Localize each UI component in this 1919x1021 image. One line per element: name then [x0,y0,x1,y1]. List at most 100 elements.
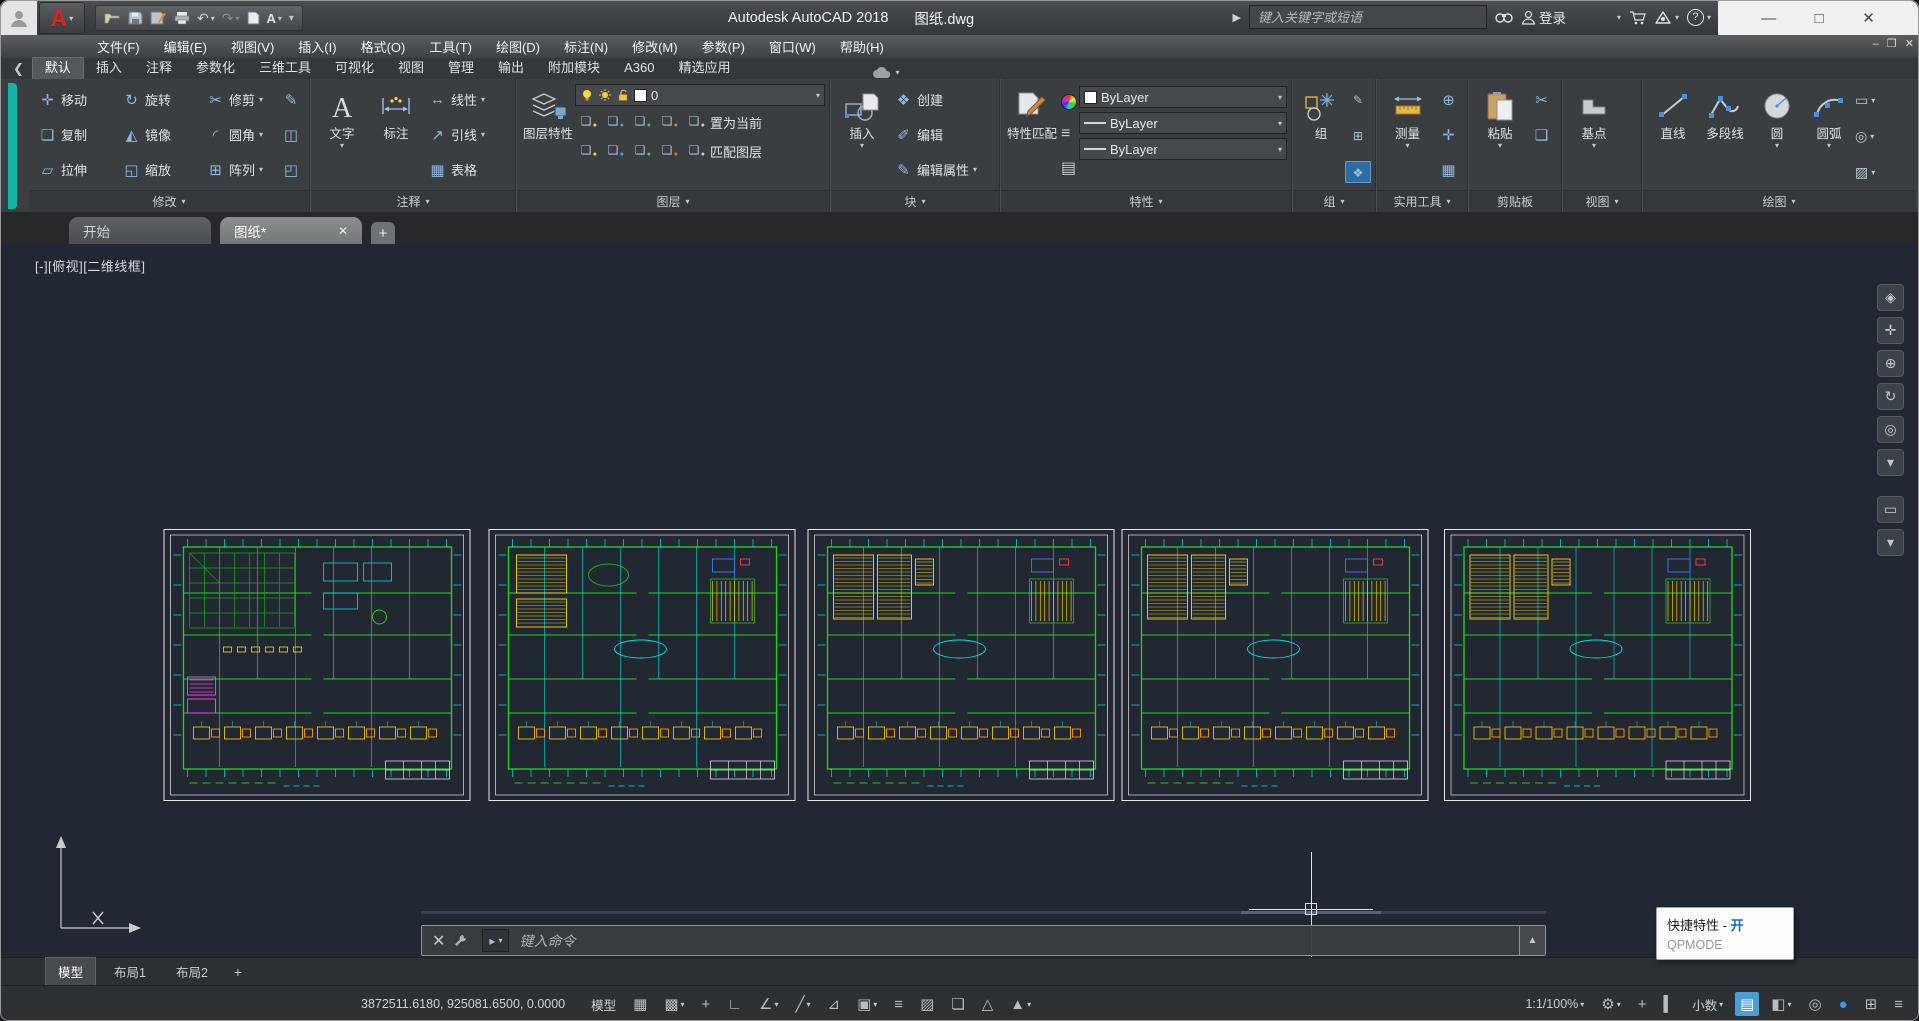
avatar[interactable] [1,1,37,35]
layer-tool-icon[interactable]: ❏● [683,143,705,160]
ribbon-tab-3[interactable]: 注释 [134,58,184,79]
plot-icon[interactable] [174,11,190,25]
line-button[interactable]: 直线 [1647,82,1699,190]
zoom-icon[interactable]: ⊕ [1877,350,1904,377]
edit-attributes-button[interactable]: ✎编辑属性▾ [889,152,982,187]
panel-footer-layers[interactable]: 图层▾ [517,190,829,212]
drawing-sheet-4[interactable] [1121,529,1429,801]
panel-footer-draw[interactable]: 绘图▾ [1643,190,1915,212]
layout-tab-模型[interactable]: 模型 [45,957,96,987]
linetype-combo[interactable]: ByLayer▾ [1079,138,1287,160]
pan-icon[interactable]: ✛ [1877,317,1904,344]
layout-tab-布局2[interactable]: 布局2 [164,958,220,985]
panel-footer-block[interactable]: 块▾ [831,190,999,212]
ribbon-tab-4[interactable]: 参数化 [184,58,247,79]
undo-icon[interactable]: ↶▾ [197,10,215,27]
arc-button[interactable]: 圆弧▾ [1803,82,1855,190]
id-point-icon[interactable]: ✛ [1434,117,1463,152]
menu-item-11[interactable]: 窗口(W) [759,35,826,58]
viewcube-icon[interactable]: ◈ [1877,284,1904,311]
object-snap-icon[interactable]: ▣▾ [852,992,882,1016]
horizontal-scrollbar[interactable] [421,911,1546,914]
panel-footer-clipboard[interactable]: 剪贴板 [1469,190,1561,212]
array-button[interactable]: ⊞阵列▾ [201,152,277,187]
doc-minimize-button[interactable]: ‒ [1873,38,1879,50]
move-button[interactable]: ✛移动 [33,82,117,117]
rectangle-icon[interactable]: ▭▾ [1855,92,1875,109]
customization-wrench-icon[interactable] [453,933,468,948]
trim-button[interactable]: ✂修剪▾ [201,82,277,117]
leader-button[interactable]: ↗引线▾ [423,117,490,152]
menu-item-7[interactable]: 绘图(D) [486,35,550,58]
lineweight-icon[interactable]: ≡ [1061,125,1077,143]
menu-item-5[interactable]: 格式(O) [351,35,416,58]
search-input[interactable] [1256,9,1480,26]
workspace-switching-icon[interactable]: ⚙▾ [1596,992,1625,1016]
command-history-button[interactable]: ▲ [1519,926,1545,955]
drawing-sheet-1[interactable] [161,529,473,801]
text-tool-icon[interactable]: A▾ [267,11,282,26]
circle-button[interactable]: 圆▾ [1751,82,1803,190]
layer-tool-icon[interactable]: ❏● [602,143,624,160]
ribbon-tab-9[interactable]: 输出 [486,58,536,79]
panel-footer-view[interactable]: 视图▾ [1563,190,1641,212]
menu-item-10[interactable]: 参数(P) [692,35,755,58]
layout-tab-布局1[interactable]: 布局1 [102,958,158,985]
save-as-icon[interactable] [150,11,167,25]
hatch-icon[interactable]: ▨▾ [1855,164,1875,181]
redo-icon[interactable]: ↷▾ [222,10,240,27]
doc-restore-button[interactable]: ❐ [1887,37,1897,50]
insert-button[interactable]: 插入▾ [835,82,889,190]
polyline-button[interactable]: 多段线 [1699,82,1751,190]
ribbon-tab-10[interactable]: 附加模块 [536,58,612,79]
doc-close-button[interactable]: ✕ [1905,37,1914,50]
search-expand-icon[interactable]: ▶ [1232,11,1240,24]
panel-footer-properties[interactable]: 特性▾ [1001,190,1291,212]
sign-in-button[interactable]: 登录 ▾ [1521,7,1621,27]
graphics-performance-icon[interactable]: ● [1834,993,1853,1016]
model-space-button[interactable]: 模型 [586,992,621,1017]
match-properties-button[interactable]: 特性匹配 [1005,82,1059,190]
menu-item-1[interactable]: 文件(F) [87,35,150,58]
orbit-icon[interactable]: ↻ [1877,383,1904,410]
snap-mode-icon[interactable]: ▩▾ [659,992,689,1016]
measure-button[interactable]: 测量▾ [1381,82,1434,190]
lineweight-icon[interactable]: ≡ [889,993,908,1016]
object-color-combo[interactable]: ByLayer▾ [1079,86,1287,108]
mirror-button[interactable]: ◭镜像 [117,117,201,152]
new-sheet-icon[interactable] [247,11,260,25]
ellipse-icon[interactable]: ◎▾ [1855,128,1875,145]
show-motion-icon[interactable]: ▭ [1877,496,1904,523]
app-store-button[interactable] [1629,10,1646,25]
base-point-button[interactable]: 基点▾ [1567,82,1621,190]
panel-footer-utilities[interactable]: 实用工具▾ [1377,190,1467,212]
menu-item-3[interactable]: 视图(V) [221,35,284,58]
palette-collapse-icon[interactable]: ❮ [13,61,24,77]
new-layout-button[interactable]: + [226,964,250,980]
annotation-scale-button[interactable]: 1:1/100%▾ [1520,994,1589,1014]
navbar-more-icon[interactable]: ▾ [1877,449,1904,476]
connect-button[interactable]: ▾ [872,66,899,79]
layer-tool-icon[interactable]: ❏● [629,143,651,160]
calculator-icon[interactable]: ▦ [1434,152,1463,187]
layer-tool-icon[interactable]: ❏● [575,114,597,131]
ribbon-tab-6[interactable]: 可视化 [323,58,386,79]
copy-clip-icon[interactable]: ❏ [1527,117,1556,152]
ungroup-icon[interactable]: ⊞ [1345,125,1371,147]
new-tab-button[interactable]: + [371,222,395,244]
point-style-icon[interactable]: ⊕ [1434,82,1463,117]
toolbar-overflow-icon[interactable]: ▾ [289,13,294,24]
selection-cycling-icon[interactable]: ❏ [946,992,969,1016]
maximize-button[interactable]: □ [1815,11,1824,26]
layer-tool-icon[interactable]: ❏● [656,114,678,131]
scale-button[interactable]: ◱缩放 [117,152,201,187]
menu-item-4[interactable]: 插入(I) [288,35,346,58]
drawing-canvas[interactable]: [-][俯视][二维线框] ◈✛⊕↻◎▾▭▾ ✕ ▸▾ ▲ [1,244,1918,957]
close-icon[interactable]: ✕ [312,224,348,238]
minimize-button[interactable]: — [1761,11,1776,26]
brush-icon[interactable]: ✎ [277,82,305,117]
customize-icon[interactable]: ≡ [1889,993,1908,1016]
layer-tool-icon[interactable]: ❏● [602,114,624,131]
panel-footer-modify[interactable]: 修改▾ [29,190,309,212]
cut-icon[interactable]: ✂ [1527,82,1556,117]
